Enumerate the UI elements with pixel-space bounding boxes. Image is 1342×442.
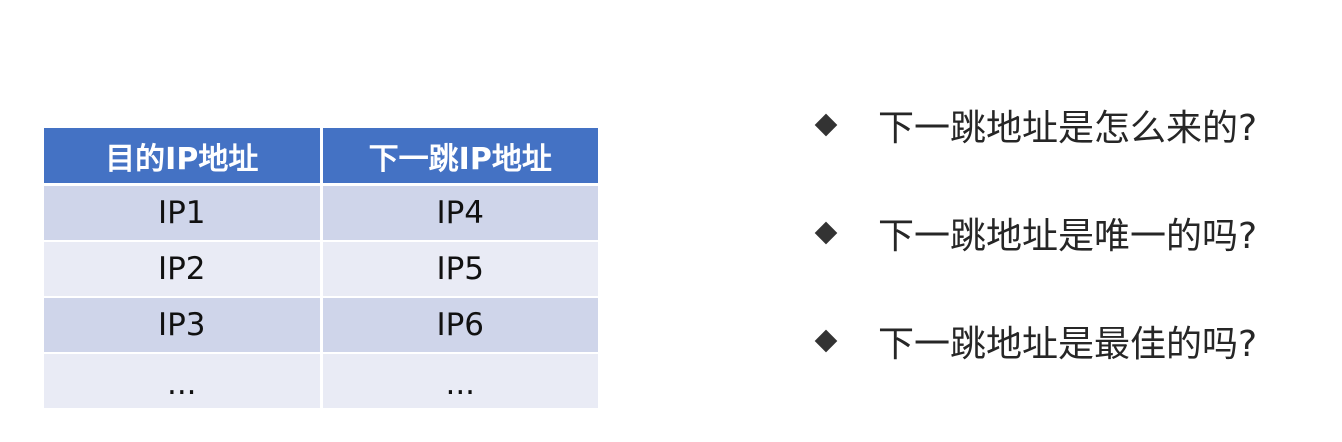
header-next-hop-ip: 下一跳IP地址 — [321, 128, 598, 186]
question-item: 下一跳地址是怎么来的? — [812, 95, 1257, 155]
cell-next-hop-ip: ... — [321, 352, 598, 408]
question-text: 下一跳地址是最佳的吗? — [878, 324, 1258, 365]
question-item: 下一跳地址是唯一的吗? — [812, 203, 1257, 263]
table-row: ... ... — [44, 352, 598, 408]
question-text: 下一跳地址是唯一的吗? — [878, 216, 1258, 257]
cell-destination-ip: ... — [44, 352, 323, 408]
cell-destination-ip: IP3 — [44, 296, 323, 353]
cell-next-hop-ip: IP5 — [321, 240, 598, 297]
diamond-bullet-icon — [814, 329, 838, 353]
cell-next-hop-ip: IP4 — [321, 183, 598, 241]
slide: 目的IP地址 下一跳IP地址 IP1 IP4 IP2 IP5 IP3 IP6 .… — [0, 0, 1342, 442]
cell-destination-ip: IP2 — [44, 240, 323, 297]
diamond-bullet-icon — [814, 221, 838, 245]
header-destination-ip: 目的IP地址 — [44, 128, 323, 186]
diamond-bullet-icon — [814, 113, 838, 137]
cell-destination-ip: IP1 — [44, 183, 323, 241]
question-text: 下一跳地址是怎么来的? — [878, 108, 1258, 149]
question-list: 下一跳地址是怎么来的? 下一跳地址是唯一的吗? 下一跳地址是最佳的吗? — [812, 95, 1257, 419]
table-header-row: 目的IP地址 下一跳IP地址 — [44, 128, 598, 186]
routing-table: 目的IP地址 下一跳IP地址 IP1 IP4 IP2 IP5 IP3 IP6 .… — [44, 128, 598, 408]
question-item: 下一跳地址是最佳的吗? — [812, 311, 1257, 371]
table-row: IP3 IP6 — [44, 296, 598, 353]
table-row: IP2 IP5 — [44, 240, 598, 297]
cell-next-hop-ip: IP6 — [321, 296, 598, 353]
table-row: IP1 IP4 — [44, 183, 598, 241]
